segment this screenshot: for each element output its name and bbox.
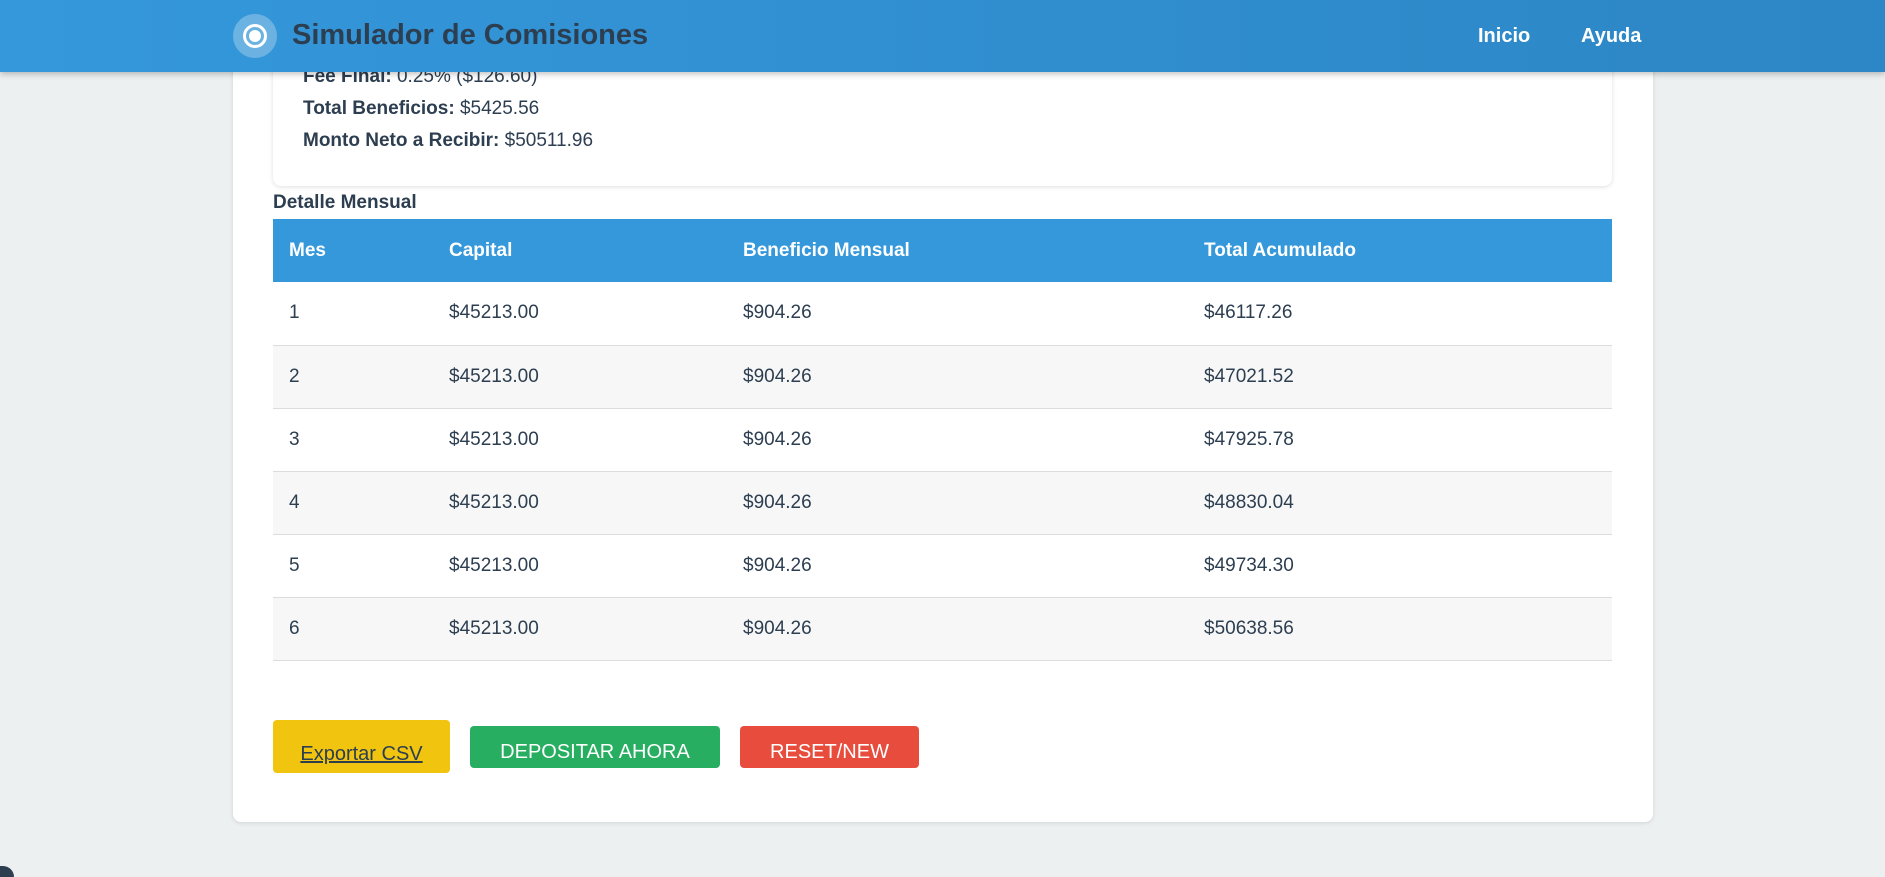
cell-beneficio: $904.26 [743, 428, 812, 450]
cell-capital: $45213.00 [449, 491, 539, 513]
col-mes: Mes [289, 239, 326, 261]
deposit-now-button[interactable]: DEPOSITAR AHORA [470, 726, 720, 768]
table-row: 1 $45213.00 $904.26 $46117.26 [273, 282, 1612, 345]
cell-capital: $45213.00 [449, 554, 539, 576]
net-amount: Monto Neto a Recibir: $50511.96 [303, 129, 593, 153]
cell-beneficio: $904.26 [743, 302, 812, 324]
cell-mes: 5 [289, 554, 300, 576]
cell-mes: 2 [289, 365, 300, 387]
cell-total: $48830.04 [1204, 491, 1294, 513]
total-benefits-value: $5425.56 [459, 98, 540, 119]
cell-capital: $45213.00 [449, 302, 539, 324]
top-header: Simulador de Comisiones Inicio Ayuda [0, 0, 1885, 72]
cell-beneficio: $904.26 [743, 554, 812, 576]
reset-new-button[interactable]: RESET/NEW [740, 726, 919, 768]
cell-mes: 6 [289, 617, 300, 639]
col-total: Total Acumulado [1204, 239, 1356, 261]
table-row: 5 $45213.00 $904.26 $49734.30 [273, 534, 1612, 597]
cell-capital: $45213.00 [449, 617, 539, 639]
nav-ayuda[interactable]: Ayuda [1581, 23, 1641, 49]
monthly-detail-table: Mes Capital Beneficio Mensual Total Acum… [273, 219, 1612, 661]
cell-capital: $45213.00 [449, 428, 539, 450]
cell-total: $50638.56 [1204, 617, 1294, 639]
total-benefits-label: Total Beneficios: [303, 98, 455, 119]
cell-total: $47925.78 [1204, 428, 1294, 450]
cell-total: $49734.30 [1204, 554, 1294, 576]
table-row: 2 $45213.00 $904.26 $47021.52 [273, 345, 1612, 408]
table-header-row: Mes Capital Beneficio Mensual Total Acum… [273, 219, 1612, 282]
app-title: Simulador de Comisiones [292, 19, 649, 51]
target-icon [233, 14, 277, 58]
cell-beneficio: $904.26 [743, 617, 812, 639]
total-benefits: Total Beneficios: $5425.56 [303, 97, 539, 121]
net-amount-value: $50511.96 [504, 130, 594, 151]
nav-inicio[interactable]: Inicio [1478, 23, 1530, 49]
page-corner [0, 866, 14, 877]
cell-mes: 4 [289, 491, 300, 513]
cell-total: $46117.26 [1204, 302, 1293, 324]
col-capital: Capital [449, 239, 513, 261]
table-row: 6 $45213.00 $904.26 $50638.56 [273, 597, 1612, 660]
cell-beneficio: $904.26 [743, 365, 812, 387]
cell-capital: $45213.00 [449, 365, 539, 387]
cell-beneficio: $904.26 [743, 491, 812, 513]
col-beneficio: Beneficio Mensual [743, 239, 910, 261]
net-amount-label: Monto Neto a Recibir: [303, 130, 500, 151]
export-csv-button[interactable]: Exportar CSV [273, 720, 450, 773]
table-row: 3 $45213.00 $904.26 $47925.78 [273, 408, 1612, 471]
detail-title: Detalle Mensual [273, 192, 417, 213]
cell-mes: 3 [289, 428, 300, 450]
table-row: 4 $45213.00 $904.26 $48830.04 [273, 471, 1612, 534]
cell-total: $47021.52 [1204, 365, 1294, 387]
cell-mes: 1 [289, 302, 300, 324]
